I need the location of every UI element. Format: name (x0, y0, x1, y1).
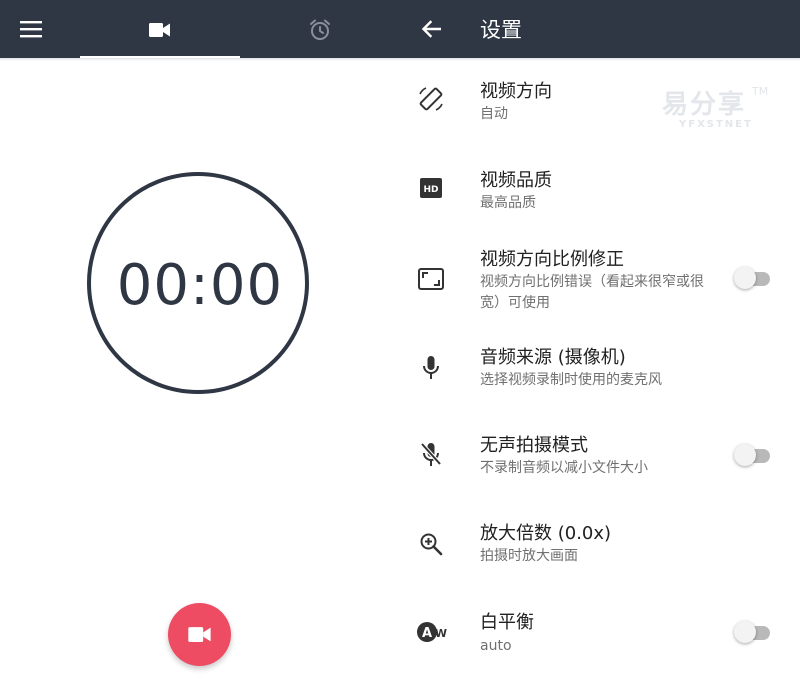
white-balance-auto-icon: A W (415, 617, 449, 647)
mic-off-icon (416, 440, 446, 470)
setting-title: 白平衡 (480, 612, 534, 633)
screen-rotation-icon (416, 84, 446, 114)
setting-subtitle: 不录制音频以减小文件大小 (480, 460, 648, 476)
svg-text:W: W (435, 627, 447, 640)
page-title: 设置 (480, 18, 522, 42)
toggle-knob (734, 267, 756, 289)
setting-title: 放大倍数 (0.0x) (480, 523, 612, 544)
setting-subtitle: 选择视频录制时使用的麦克风 (480, 372, 662, 388)
back-button[interactable] (414, 13, 448, 45)
setting-subtitle: 拍摄时放大画面 (480, 548, 578, 564)
setting-video-quality[interactable]: HD 视频品质 最高品质 (400, 150, 800, 238)
svg-text:A: A (422, 626, 432, 641)
setting-silent-mode[interactable]: 无声拍摄模式 不录制音频以减小文件大小 (400, 414, 800, 502)
setting-audio-source[interactable]: 音频来源 (摄像机) 选择视频录制时使用的麦克风 (400, 326, 800, 414)
tab-video[interactable] (80, 8, 240, 52)
videocam-icon (149, 23, 170, 37)
setting-title: 视频品质 (480, 170, 552, 191)
setting-subtitle: auto (480, 638, 512, 654)
timer-display: 00:00 (116, 252, 284, 318)
toggle-knob (734, 444, 756, 466)
toggle-knob (734, 621, 756, 643)
aspect-correction-toggle[interactable] (734, 267, 770, 289)
aspect-ratio-icon (416, 264, 446, 294)
setting-title: 无声拍摄模式 (480, 435, 588, 456)
setting-title: 音频来源 (摄像机) (480, 347, 626, 368)
white-balance-toggle[interactable] (734, 621, 770, 643)
tab-alarm[interactable] (240, 8, 400, 52)
hamburger-menu-icon (20, 21, 42, 38)
videocam-icon (187, 627, 211, 642)
toolbar-shadow (0, 58, 800, 61)
setting-aspect-correction[interactable]: 视频方向比例修正 视频方向比例错误（看起来很窄或很宽）可使用 (400, 238, 800, 326)
setting-subtitle: 视频方向比例错误（看起来很窄或很宽）可使用 (480, 274, 704, 311)
menu-button[interactable] (14, 14, 48, 44)
setting-subtitle: 自动 (480, 106, 508, 122)
setting-title: 视频方向比例修正 (480, 249, 624, 270)
arrow-back-icon (421, 20, 441, 38)
setting-title: 视频方向 (480, 81, 552, 102)
setting-white-balance[interactable]: A W 白平衡 auto (400, 590, 800, 678)
mic-icon (416, 353, 446, 383)
setting-zoom[interactable]: 放大倍数 (0.0x) 拍摄时放大画面 (400, 502, 800, 590)
setting-video-orientation[interactable]: 视频方向 自动 (400, 62, 800, 150)
silent-mode-toggle[interactable] (734, 444, 770, 466)
zoom-in-icon (416, 529, 446, 559)
hd-icon: HD (416, 173, 446, 203)
svg-text:HD: HD (423, 185, 438, 195)
alarm-icon (310, 19, 330, 40)
record-button[interactable] (168, 603, 231, 666)
setting-subtitle: 最高品质 (480, 195, 536, 211)
